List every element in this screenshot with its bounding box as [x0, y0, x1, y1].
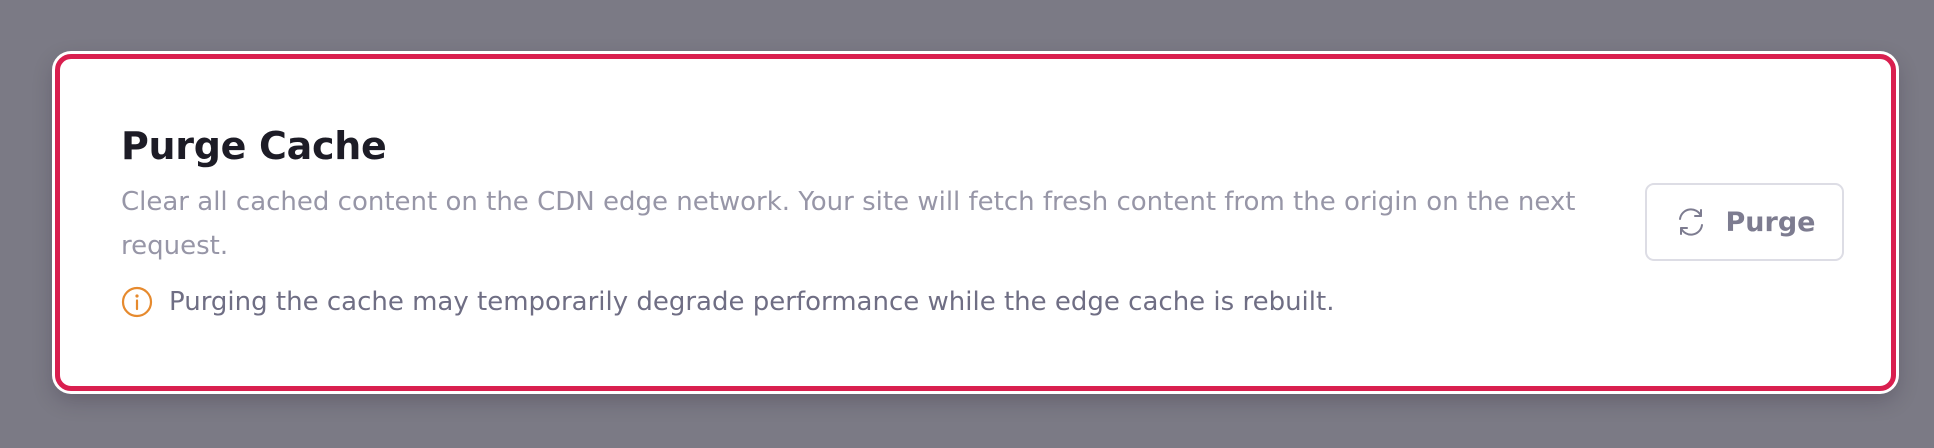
card-title: Purge Cache: [121, 124, 387, 168]
warning-text: Purging the cache may temporarily degrad…: [169, 286, 1335, 317]
info-circle-icon: [121, 286, 153, 317]
warning-notice: Purging the cache may temporarily degrad…: [121, 286, 1601, 318]
card-description: Clear all cached content on the CDN edge…: [121, 186, 1576, 261]
card-content: Purge Cache Clear all cached content on …: [121, 124, 1601, 318]
refresh-icon: [1678, 208, 1703, 236]
purge-cache-card: Purge Cache Clear all cached content on …: [55, 54, 1896, 391]
purge-button[interactable]: Purge: [1645, 183, 1844, 261]
purge-button-label: Purge: [1725, 206, 1816, 238]
